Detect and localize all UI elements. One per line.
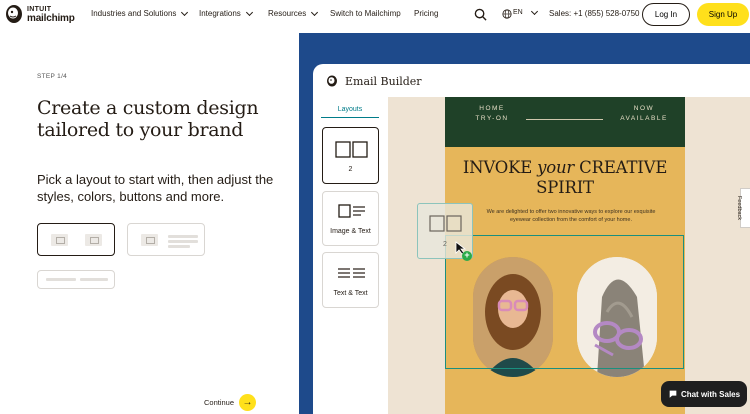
email-description: We are delighted to offer two innovative… xyxy=(486,209,656,223)
nav-resources[interactable]: Resources xyxy=(268,8,319,18)
sales-phone[interactable]: Sales: +1 (855) 528-0750 xyxy=(549,9,640,18)
layout-card-text-text[interactable]: Text & Text xyxy=(322,252,379,308)
builder-title: Email Builder xyxy=(345,75,422,88)
image-placeholder-icon xyxy=(85,234,102,246)
page-subtitle: Pick a layout to start with, then adjust… xyxy=(37,172,274,204)
nav-industries[interactable]: Industries and Solutions xyxy=(91,8,189,18)
nav-integrations-label: Integrations xyxy=(199,9,241,18)
nav-resources-label: Resources xyxy=(268,9,307,18)
layout-card-label: Image & Text xyxy=(330,228,371,235)
search-icon[interactable] xyxy=(474,8,487,21)
chevron-down-icon xyxy=(530,7,538,15)
add-plus-icon: + xyxy=(462,251,472,261)
text-text-icon xyxy=(338,268,365,278)
email-header-left: HOME TRY-ON xyxy=(475,105,509,122)
chat-with-sales-button[interactable]: Chat with Sales xyxy=(661,381,747,407)
two-column-icon xyxy=(335,141,368,158)
signup-button[interactable]: Sign Up xyxy=(697,3,749,26)
sales-phone-label: Sales: +1 (855) 528-0750 xyxy=(549,9,640,18)
arrow-right-icon: → xyxy=(242,397,253,408)
freddie-logo-icon xyxy=(327,75,337,87)
image-placeholder-icon xyxy=(141,234,158,246)
language-label: EN xyxy=(513,9,523,16)
email-headline: INVOKE your CREATIVE SPIRIT xyxy=(445,158,685,198)
dragged-card-label: 2 xyxy=(443,241,447,248)
logo-mailchimp-text: mailchimp xyxy=(27,12,75,24)
feedback-tab[interactable]: Feedback xyxy=(736,188,750,228)
layout-card-label: 2 xyxy=(348,166,353,173)
tab-underline xyxy=(321,117,379,118)
nav-pricing[interactable]: Pricing xyxy=(414,9,438,18)
mailchimp-logo[interactable]: INTUIT mailchimp xyxy=(4,4,75,24)
chat-label: Chat with Sales xyxy=(680,389,741,399)
language-selector[interactable]: EN xyxy=(513,7,538,16)
nav-industries-label: Industries and Solutions xyxy=(91,9,177,18)
layout-option-two-images[interactable] xyxy=(37,223,115,256)
continue-button[interactable]: → xyxy=(239,394,256,411)
chevron-down-icon xyxy=(245,8,253,16)
layout-card-label: Text & Text xyxy=(333,290,368,297)
nav-switch[interactable]: Switch to Mailchimp xyxy=(330,9,401,18)
chevron-down-icon xyxy=(311,8,319,16)
nav-pricing-label: Pricing xyxy=(414,9,439,18)
text-line xyxy=(168,235,198,238)
header-divider xyxy=(526,119,603,120)
chevron-down-icon xyxy=(181,8,189,16)
image-placeholder-icon xyxy=(51,234,68,246)
globe-icon[interactable] xyxy=(502,9,512,19)
email-header-right: NOW AVAILABLE xyxy=(620,105,668,122)
layout-card-2-column[interactable]: 2 xyxy=(322,127,379,184)
top-nav: INTUIT mailchimp Industries and Solution… xyxy=(0,0,750,30)
drop-zone-highlight[interactable] xyxy=(445,235,684,369)
continue-label[interactable]: Continue xyxy=(204,398,234,407)
email-headline-pre: INVOKE xyxy=(462,158,538,177)
freddie-logo-icon xyxy=(6,5,22,23)
text-line xyxy=(168,240,198,243)
text-line xyxy=(46,278,76,281)
text-line xyxy=(80,278,108,281)
page-title: Create a custom design tailored to your … xyxy=(37,97,259,141)
feedback-label: Feedback xyxy=(736,195,743,221)
layout-option-image-text[interactable] xyxy=(127,223,205,256)
text-line xyxy=(168,245,190,248)
tab-layouts[interactable]: Layouts xyxy=(321,106,379,113)
nav-switch-label: Switch to Mailchimp xyxy=(330,9,401,18)
two-column-icon xyxy=(429,215,462,232)
layout-option-text-text[interactable] xyxy=(37,270,115,289)
layout-card-image-text[interactable]: Image & Text xyxy=(322,191,379,246)
nav-integrations[interactable]: Integrations xyxy=(199,8,253,18)
image-text-icon xyxy=(338,204,365,218)
step-indicator: STEP 1/4 xyxy=(37,73,68,80)
builder-header: Email Builder xyxy=(313,64,750,97)
chat-bubble-icon xyxy=(669,390,677,398)
email-header-band: HOME TRY-ON NOW AVAILABLE xyxy=(445,97,685,147)
email-headline-italic: your xyxy=(537,158,575,177)
email-builder-window: Email Builder Layouts 2 Image & Text Tex… xyxy=(313,64,750,414)
login-button[interactable]: Log In xyxy=(642,3,690,26)
